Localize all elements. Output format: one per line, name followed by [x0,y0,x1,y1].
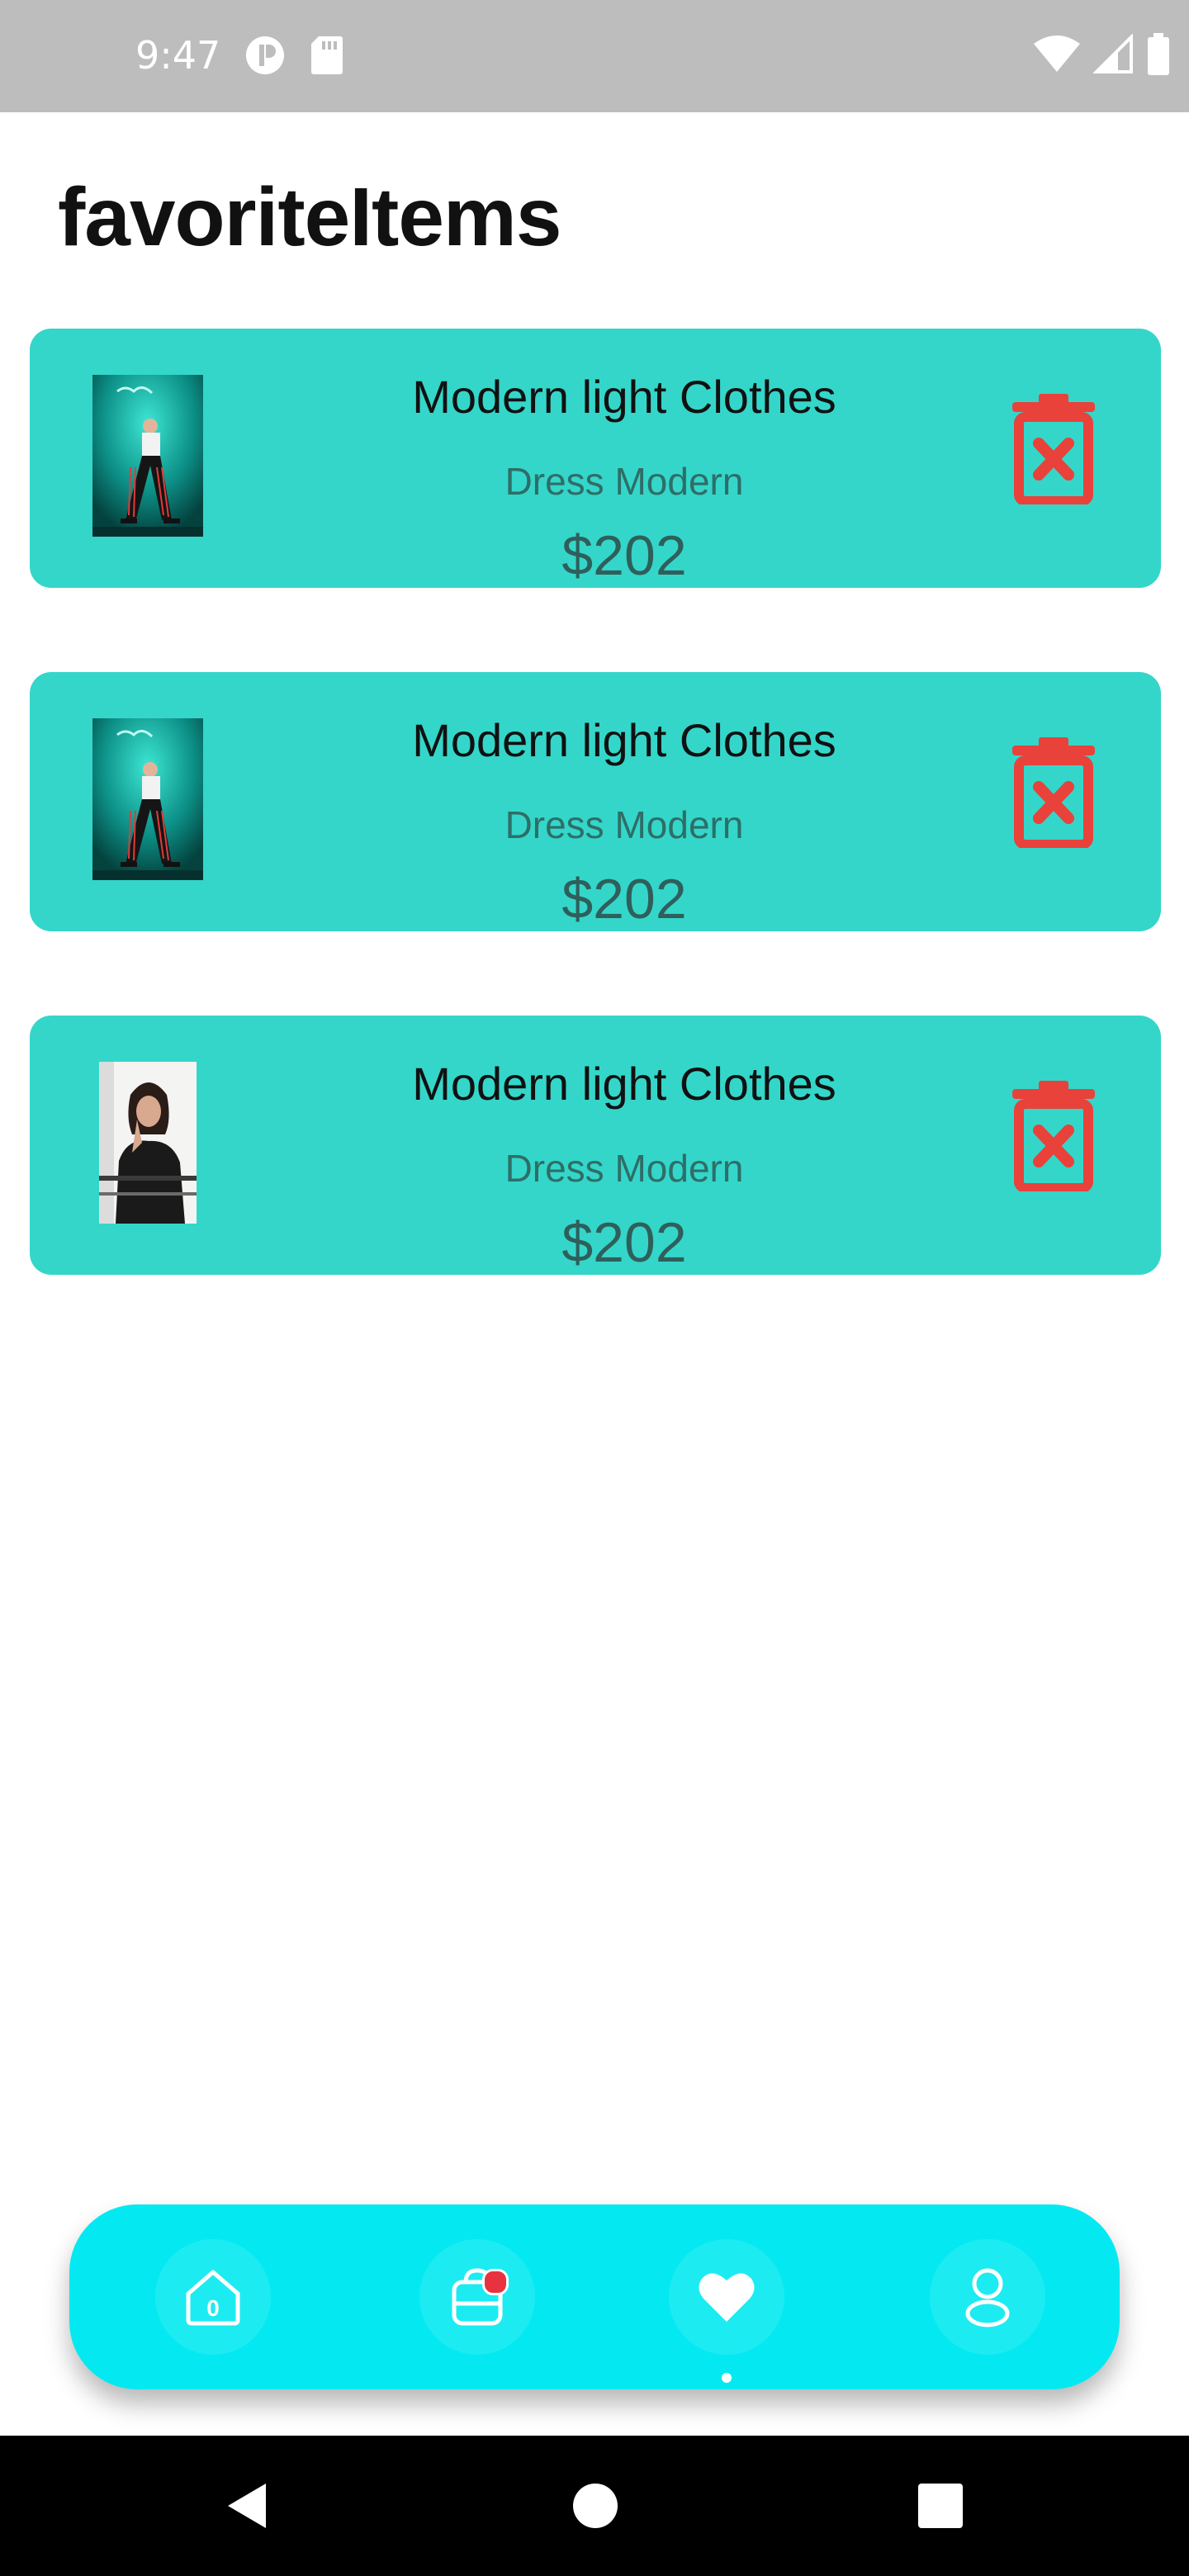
wifi-icon [1034,36,1080,72]
trash-delete-icon [1012,1081,1095,1191]
status-left-icons [244,35,343,76]
nav-favorites-button[interactable] [669,2239,784,2383]
status-right-icons [1032,33,1171,76]
trash-delete-icon [1012,737,1095,848]
product-title: Modern light Clothes [412,371,836,423]
product-category: Dress Modern [504,1147,744,1190]
product-image [92,375,203,537]
page-title: favoriteItems [58,171,561,263]
cellular-signal-icon [1093,34,1133,73]
product-category: Dress Modern [504,460,744,503]
product-image [99,1062,197,1224]
trash-delete-icon [1012,394,1095,504]
nav-bag-button[interactable] [419,2239,535,2355]
product-image [92,718,203,880]
sd-card-icon [311,36,343,74]
bottom-navigation: 0 [69,2204,1120,2389]
app-notification-icon [246,36,284,74]
notification-badge [482,2269,509,2295]
system-navigation-bar [0,2436,1189,2576]
active-indicator-dot [722,2373,732,2383]
heart-icon [699,2273,755,2322]
nav-profile-button[interactable] [930,2239,1045,2355]
product-price: $202 [561,868,687,930]
back-icon[interactable] [220,2477,277,2535]
status-time: 9:47 [135,33,221,78]
product-category: Dress Modern [504,803,744,846]
product-title: Modern light Clothes [412,1058,836,1110]
favorite-item-card[interactable]: Modern light Clothes Dress Modern $202 [30,1016,1161,1275]
product-price: $202 [561,524,687,587]
status-bar: 9:47 [0,0,1189,112]
battery-icon [1148,33,1169,75]
favorite-item-card[interactable]: Modern light Clothes Dress Modern $202 [30,672,1161,931]
home-circle-icon[interactable] [566,2477,624,2535]
nav-home-button[interactable]: 0 [155,2239,271,2355]
profile-icon [965,2268,1010,2327]
favorite-item-card[interactable]: Modern light Clothes Dress Modern $202 [30,329,1161,588]
product-title: Modern light Clothes [412,714,836,766]
remove-favorite-button[interactable] [997,1073,1110,1197]
remove-favorite-button[interactable] [997,386,1110,510]
home-count: 0 [206,2295,220,2321]
recents-square-icon[interactable] [912,2477,969,2535]
remove-favorite-button[interactable] [997,730,1110,854]
product-price: $202 [561,1211,687,1274]
